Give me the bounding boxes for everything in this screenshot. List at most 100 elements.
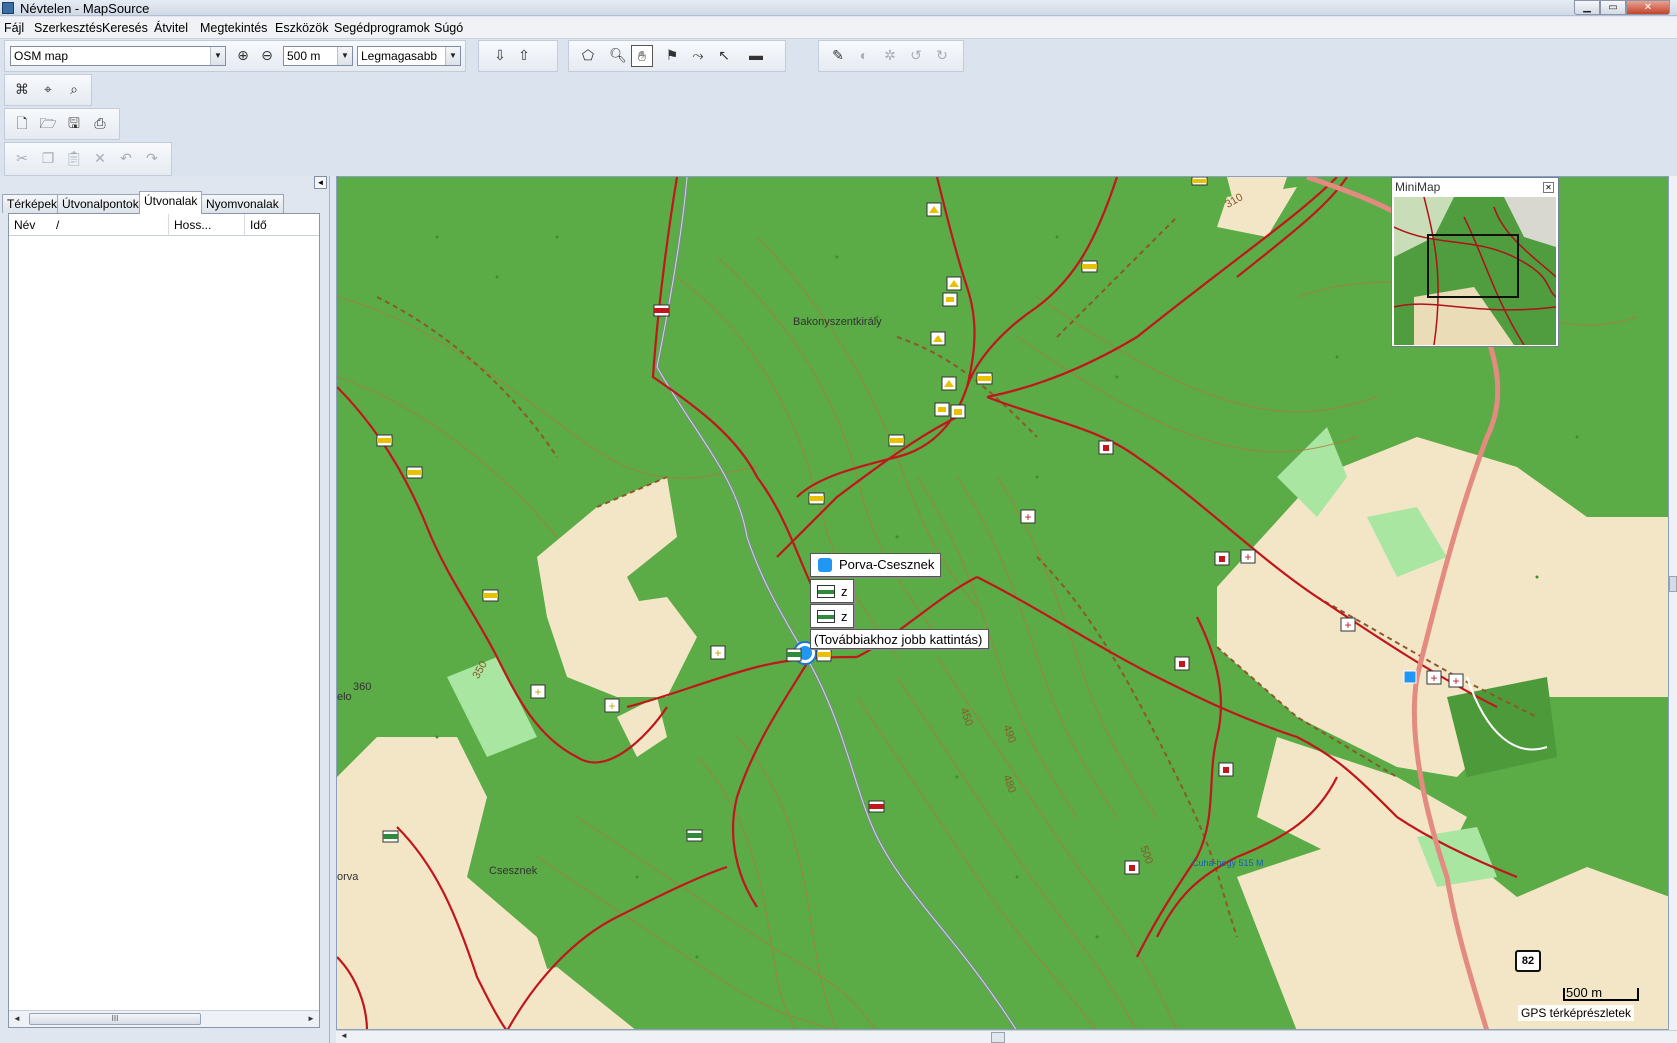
map-product-select[interactable]: OSM map ▼ [10, 46, 226, 66]
menu-help[interactable]: Súgó [434, 21, 463, 35]
peak-label: Cuha-hegy 515 M [1192, 858, 1264, 868]
scroll-left-icon[interactable]: ◄ [340, 1031, 348, 1040]
edge-label: orva [337, 871, 359, 883]
paste-icon[interactable]: 📋︎ [63, 148, 85, 170]
routes-list[interactable]: Név / Hoss... Idő ◄ III ► [8, 213, 320, 1028]
menu-view[interactable]: Megtekintés [200, 21, 267, 35]
svg-text:+: + [534, 685, 541, 699]
tab-maps[interactable]: Térképek [2, 194, 63, 213]
tab-routes[interactable]: Útvonalak [139, 191, 203, 214]
detail-level-value: Legmagasabb [361, 49, 438, 63]
map-status-label: GPS térképrészletek [1518, 1005, 1635, 1021]
menu-edit[interactable]: Szerkesztés [34, 21, 102, 35]
trail-marker-icon [817, 585, 835, 598]
waypoint-tool-icon[interactable]: ⚑ [661, 45, 683, 67]
save-icon[interactable]: 🖫︎ [63, 113, 85, 135]
track-split-icon[interactable]: ↻ [931, 45, 953, 67]
edit-toolbar: ✂ ❐ 📋︎ ✕ ↶ ↷ [4, 142, 172, 176]
map-horizontal-scrollbar[interactable]: ◄ [336, 1030, 1677, 1043]
track-erase-icon[interactable]: ◐ [853, 45, 875, 67]
minimap-window[interactable]: MiniMap ✕ [1391, 177, 1559, 347]
menu-transfer[interactable]: Átvitel [154, 21, 188, 35]
scroll-right-icon[interactable]: ► [303, 1011, 319, 1027]
zoom-in-icon[interactable]: ⊕ [232, 45, 254, 67]
redo-icon[interactable]: ↷ [141, 148, 163, 170]
svg-text:+: + [1244, 550, 1251, 564]
minimize-button[interactable]: ▁ [1574, 0, 1600, 15]
track-join-icon[interactable]: ↺ [905, 45, 927, 67]
send-to-device-icon[interactable]: ⇧ [513, 45, 535, 67]
print-icon[interactable]: ⎙ [89, 113, 111, 135]
maximize-button[interactable]: ▭ [1600, 0, 1626, 15]
copy-icon[interactable]: ❐ [37, 148, 59, 170]
popup-item-1[interactable]: z [810, 579, 854, 603]
new-file-icon[interactable]: 🗋︎ [11, 113, 33, 135]
zoom-level-select[interactable]: 500 m ▼ [283, 46, 353, 66]
route-popup-title[interactable]: Porva-Csesznek [810, 553, 941, 577]
village-label: Bakonyszentkirály [793, 316, 882, 328]
hand-tool-icon[interactable]: ✋︎ [631, 45, 653, 67]
tab-tracks[interactable]: Nyomvonalak [201, 194, 284, 213]
list-header: Név / Hoss... Idő [9, 214, 319, 236]
menu-utilities[interactable]: Segédprogramok [334, 21, 430, 35]
panel-collapse-icon[interactable]: ◄ [314, 176, 327, 189]
delete-icon[interactable]: ✕ [89, 148, 111, 170]
svg-text:+: + [1344, 618, 1351, 632]
popup-title: Porva-Csesznek [839, 557, 935, 572]
find-toolbar: ⌘ ⌖ ⌕ [4, 74, 92, 106]
popup-item-label: z [841, 584, 848, 599]
zoom-level-value: 500 m [287, 49, 321, 63]
svg-text:+: + [1430, 671, 1437, 685]
find-poi-icon[interactable]: ⌕ [63, 79, 85, 101]
selection-tool-icon[interactable]: ↖ [713, 45, 735, 67]
minimap-canvas[interactable] [1394, 197, 1556, 345]
scroll-thumb[interactable] [991, 1032, 1005, 1043]
window-title: Névtelen - MapSource [20, 1, 150, 16]
close-icon[interactable]: ✕ [1543, 182, 1554, 193]
map-view[interactable]: + + + + + + + + Bakonyszentkirály Cseszn… [336, 176, 1669, 1030]
app-icon [2, 2, 14, 14]
zoom-out-icon[interactable]: ⊖ [256, 45, 278, 67]
sort-indicator: / [51, 214, 169, 236]
toolbar-area: OSM map ▼ ⊕ ⊖ 500 m ▼ Legmagasabb ▼ ⇩ ⇧ … [0, 40, 1677, 176]
receive-from-device-icon[interactable]: ⇩ [489, 45, 511, 67]
undo-icon[interactable]: ↶ [115, 148, 137, 170]
distance-tool-icon[interactable]: ▬ [745, 45, 767, 67]
svg-text:+: + [714, 646, 721, 660]
svg-text:+: + [1024, 510, 1031, 524]
menu-file[interactable]: Fájl [4, 21, 24, 35]
horizontal-scrollbar[interactable]: ◄ III ► [9, 1010, 319, 1027]
popup-item-2[interactable]: z [810, 604, 854, 628]
bus-stop-icon[interactable] [1403, 670, 1417, 684]
title-bar[interactable]: Névtelen - MapSource ▁ ▭ ✕ [0, 0, 1677, 16]
minimap-title: MiniMap [1395, 180, 1441, 194]
menu-tools[interactable]: Eszközök [275, 21, 329, 35]
svg-text:+: + [1452, 674, 1459, 688]
detail-level-select[interactable]: Legmagasabb ▼ [357, 46, 461, 66]
binoculars-icon[interactable]: ⌘ [11, 79, 33, 101]
scroll-left-icon[interactable]: ◄ [9, 1011, 25, 1027]
track-filter-icon[interactable]: ✲ [879, 45, 901, 67]
edge-label: elo [337, 691, 352, 703]
open-folder-icon[interactable]: 🗁︎ [37, 113, 59, 135]
cut-icon[interactable]: ✂ [11, 148, 33, 170]
zoom-tool-icon[interactable]: 🔍︎ [607, 45, 629, 67]
tab-waypoints[interactable]: Útvonalpontok [57, 194, 144, 213]
map-toolbar: OSM map ▼ ⊕ ⊖ 500 m ▼ Legmagasabb ▼ [4, 40, 466, 72]
trail-marker-stripe [817, 652, 831, 657]
popup-hint: (Továbbiakhoz jobb kattintás) [810, 629, 989, 649]
column-name[interactable]: Név [9, 214, 51, 236]
scale-label: 500 m [1566, 985, 1603, 1000]
map-tool-icon[interactable]: ⬠ [577, 45, 599, 67]
column-time[interactable]: Idő [245, 214, 319, 236]
track-draw-icon[interactable]: ✎ [827, 45, 849, 67]
column-length[interactable]: Hoss... [169, 214, 245, 236]
scroll-thumb[interactable] [1669, 576, 1677, 592]
trail-marker-stripe [787, 652, 801, 657]
route-tool-icon[interactable]: ⤳ [687, 45, 709, 67]
close-button[interactable]: ✕ [1626, 0, 1670, 15]
find-address-icon[interactable]: ⌖ [37, 79, 59, 101]
scroll-thumb[interactable]: III [29, 1013, 201, 1025]
map-vertical-scrollbar[interactable] [1669, 176, 1677, 1030]
menu-search[interactable]: Keresés [102, 21, 148, 35]
